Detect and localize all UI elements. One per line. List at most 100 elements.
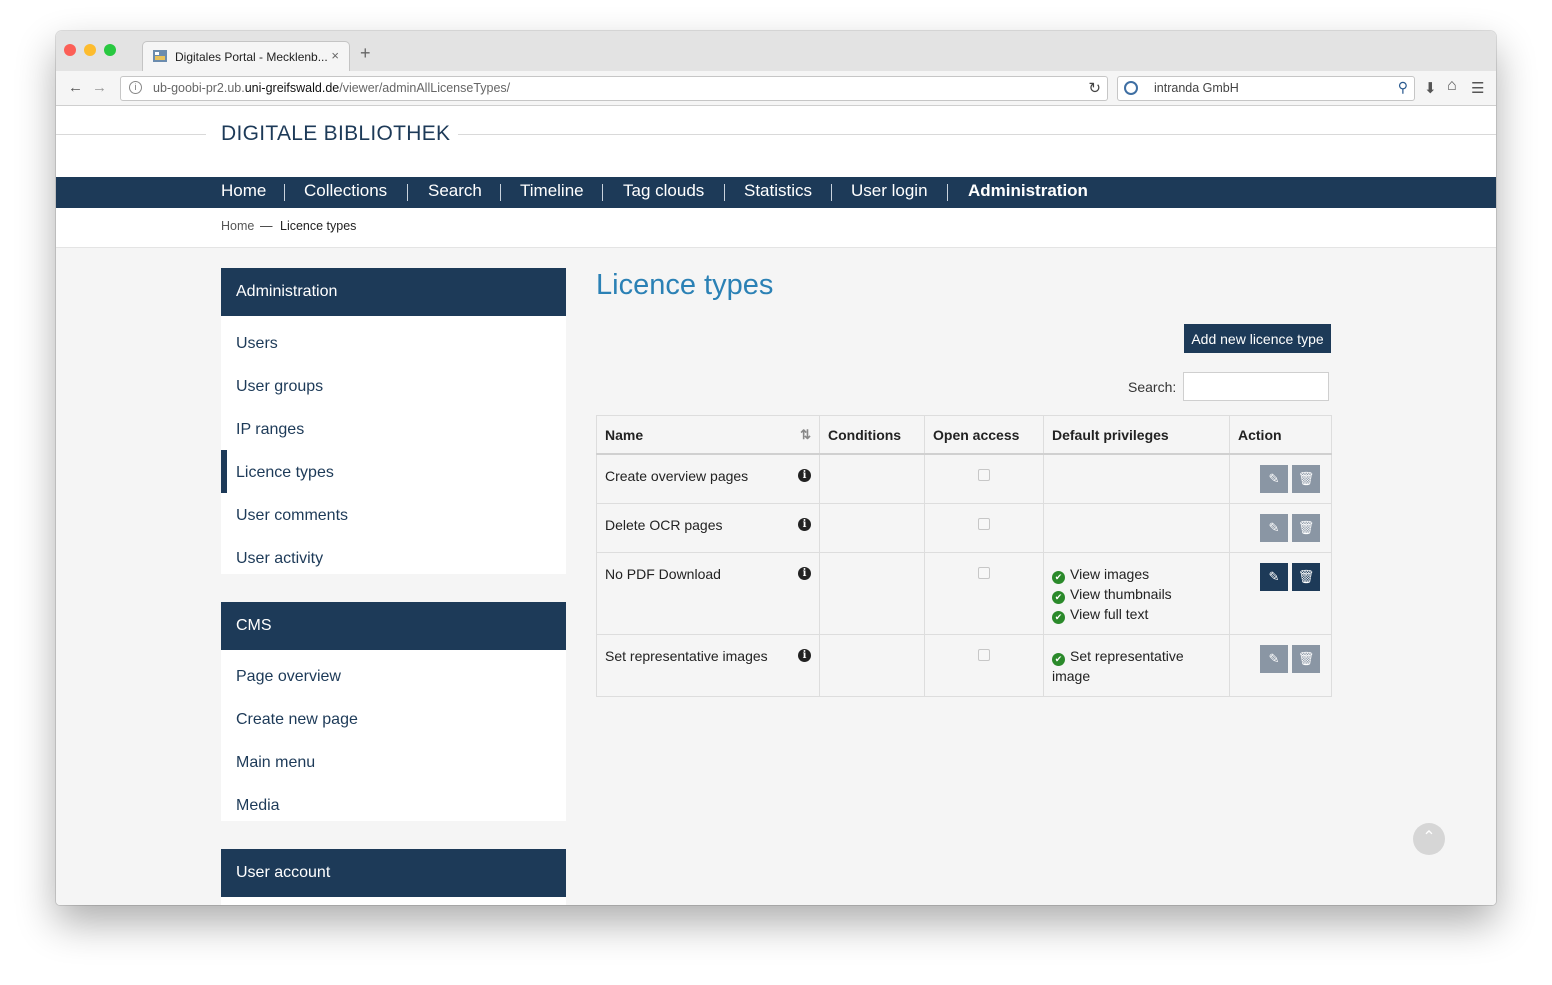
search-input[interactable] xyxy=(1183,372,1329,401)
site-logo[interactable]: DIGITALE BIBLIOTHEK xyxy=(221,122,459,146)
privileges-cell: ✔ Set representative image xyxy=(1043,634,1230,697)
column-header-name[interactable]: Name ⇅ xyxy=(596,415,820,455)
column-header-conditions: Conditions xyxy=(819,415,925,455)
zoom-window-button[interactable] xyxy=(104,44,116,56)
sidebar-item-user-activity[interactable]: User activity xyxy=(236,550,323,568)
tab-bar: Digitales Portal - Mecklenb... × + xyxy=(56,31,1496,72)
privileges-cell xyxy=(1043,503,1230,553)
breadcrumb-home[interactable]: Home xyxy=(221,219,254,233)
header-rule-left xyxy=(56,134,206,135)
info-icon[interactable]: i xyxy=(798,567,811,580)
sidebar-item-page-overview[interactable]: Page overview xyxy=(236,668,341,686)
nav-item-administration[interactable]: Administration xyxy=(968,181,1088,201)
reload-icon[interactable]: ↻ xyxy=(1088,79,1101,97)
nav-separator xyxy=(500,184,501,201)
open-access-checkbox xyxy=(978,649,990,661)
column-header-action: Action xyxy=(1229,415,1332,455)
nav-item-statistics[interactable]: Statistics xyxy=(744,181,812,201)
sidebar-item-main-menu[interactable]: Main menu xyxy=(236,754,315,772)
account-panel-header[interactable]: User account xyxy=(221,849,566,897)
table-row: i Set representative images ✔ Set represen… xyxy=(596,634,1332,697)
delete-button[interactable]: 🗑 xyxy=(1292,514,1320,542)
trash-icon: 🗑 xyxy=(1297,520,1315,535)
forward-arrow-icon[interactable]: → xyxy=(92,79,107,96)
cms-panel-title: CMS xyxy=(236,617,272,634)
delete-button[interactable]: 🗑 xyxy=(1292,645,1320,673)
menu-icon[interactable]: ☰ xyxy=(1471,79,1484,97)
sidebar-item-create-new-page[interactable]: Create new page xyxy=(236,711,358,729)
site-info-icon[interactable]: i xyxy=(129,81,142,94)
nav-item-home[interactable]: Home xyxy=(221,181,266,201)
edit-button[interactable]: ✎ xyxy=(1260,465,1288,493)
nav-separator xyxy=(407,184,408,201)
sidebar-item-user-groups[interactable]: User groups xyxy=(236,378,323,396)
name-cell: i Delete OCR pages xyxy=(596,503,820,553)
admin-panel-menu: Users User groups IP ranges Licence type… xyxy=(221,316,566,574)
column-header-default-privileges: Default privileges xyxy=(1043,415,1230,455)
scroll-top-icon: ⌃ xyxy=(1422,829,1436,846)
search-icon[interactable]: ⚲ xyxy=(1398,79,1408,96)
pencil-icon: ✎ xyxy=(1268,471,1280,486)
admin-panel-title: Administration xyxy=(236,283,338,300)
sidebar-item-users[interactable]: Users xyxy=(236,335,278,353)
tab-close-icon[interactable]: × xyxy=(331,48,339,63)
delete-button[interactable]: 🗑 xyxy=(1292,563,1320,591)
sidebar-item-media[interactable]: Media xyxy=(236,797,280,815)
breadcrumb-current: Licence types xyxy=(280,219,357,233)
action-cell: ✎ 🗑 xyxy=(1229,503,1332,553)
nav-separator xyxy=(602,184,603,201)
back-arrow-icon[interactable]: ← xyxy=(68,79,83,96)
minimize-window-button[interactable] xyxy=(84,44,96,56)
search-engine-icon[interactable] xyxy=(1124,81,1138,95)
trash-icon: 🗑 xyxy=(1297,569,1315,584)
add-licence-type-button[interactable]: Add new licence type xyxy=(1184,324,1331,353)
open-access-cell xyxy=(924,503,1044,553)
nav-separator xyxy=(724,184,725,201)
trash-icon: 🗑 xyxy=(1297,471,1315,486)
open-access-cell xyxy=(924,552,1044,635)
info-icon[interactable]: i xyxy=(798,518,811,531)
address-bar[interactable]: i ub-goobi-pr2.ub.uni-greifswald.de/view… xyxy=(120,76,1108,101)
nav-item-search[interactable]: Search xyxy=(428,181,482,201)
nav-item-user-login[interactable]: User login xyxy=(851,181,928,201)
info-icon[interactable]: i xyxy=(798,649,811,662)
sidebar-item-licence-types[interactable]: Licence types xyxy=(236,464,334,482)
sidebar-item-ip-ranges[interactable]: IP ranges xyxy=(236,421,304,439)
edit-button[interactable]: ✎ xyxy=(1260,563,1288,591)
trash-icon: 🗑 xyxy=(1297,651,1315,666)
open-access-cell xyxy=(924,453,1044,504)
browser-tab[interactable]: Digitales Portal - Mecklenb... × xyxy=(142,41,350,72)
close-window-button[interactable] xyxy=(64,44,76,56)
delete-button[interactable]: 🗑 xyxy=(1292,465,1320,493)
action-cell: ✎ 🗑 xyxy=(1229,552,1332,635)
account-panel-title: User account xyxy=(236,864,331,881)
action-cell: ✎ 🗑 xyxy=(1229,453,1332,504)
nav-item-timeline[interactable]: Timeline xyxy=(520,181,584,201)
breadcrumb: Home — Licence types xyxy=(56,208,1496,248)
scroll-top-button[interactable]: ⌃ xyxy=(1413,823,1445,855)
download-icon[interactable]: ⬇ xyxy=(1424,79,1437,97)
new-tab-button[interactable]: + xyxy=(360,44,371,62)
sort-icon[interactable]: ⇅ xyxy=(800,427,811,443)
cms-panel-menu: Page overview Create new page Main menu … xyxy=(221,650,566,821)
nav-item-tag-clouds[interactable]: Tag clouds xyxy=(623,181,704,201)
breadcrumb-separator: — xyxy=(260,219,273,233)
edit-button[interactable]: ✎ xyxy=(1260,645,1288,673)
name-cell: i Set representative images xyxy=(596,634,820,697)
home-icon[interactable]: ⌂ xyxy=(1447,77,1457,95)
pencil-icon: ✎ xyxy=(1268,569,1280,584)
conditions-cell xyxy=(819,552,925,635)
search-label: Search: xyxy=(1128,379,1177,395)
nav-separator xyxy=(947,184,948,201)
info-icon[interactable]: i xyxy=(798,469,811,482)
check-circle-icon: ✔ xyxy=(1052,653,1065,666)
browser-search-box[interactable]: intranda GmbH ⚲ xyxy=(1117,76,1415,101)
open-access-checkbox xyxy=(978,469,990,481)
tab-title: Digitales Portal - Mecklenb... xyxy=(175,50,328,64)
column-header-open-access: Open access xyxy=(924,415,1044,455)
sidebar-item-user-comments[interactable]: User comments xyxy=(236,507,348,525)
nav-item-collections[interactable]: Collections xyxy=(304,181,387,201)
edit-button[interactable]: ✎ xyxy=(1260,514,1288,542)
active-indicator xyxy=(221,450,227,493)
browser-window: Digitales Portal - Mecklenb... × + ← → i… xyxy=(56,31,1496,905)
